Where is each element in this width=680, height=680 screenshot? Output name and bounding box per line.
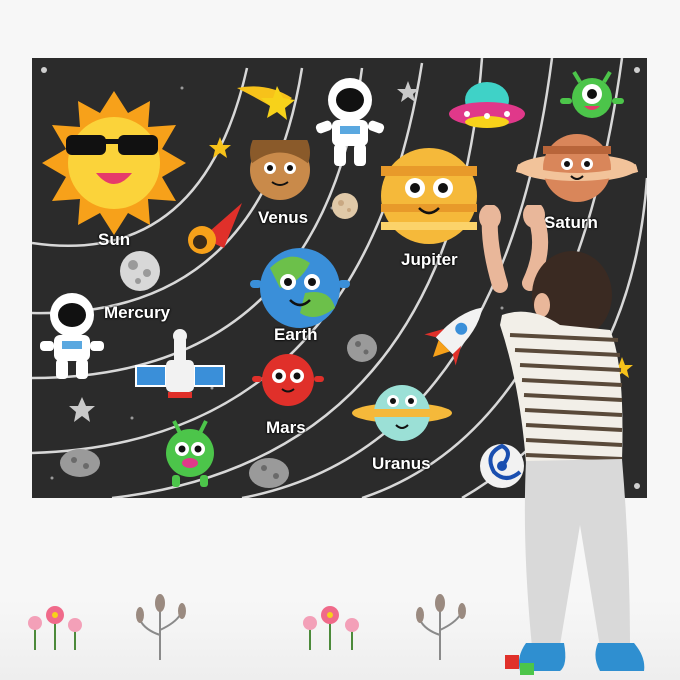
saturn-planet-icon [515,134,639,202]
comet-icon [237,86,295,120]
flower-decal-middle [303,606,359,650]
flower-decal-left [28,606,82,650]
sun-icon [42,91,186,235]
label-sun: Sun [98,230,131,249]
striped-shirt [500,311,623,463]
moon-icon [332,193,358,219]
venus-planet-icon [250,140,310,200]
astronaut-icon [40,293,104,379]
grommet [41,67,47,73]
label-uranus: Uranus [372,454,431,473]
label-jupiter: Jupiter [401,250,458,269]
comet-icon [188,203,242,254]
uranus-planet-icon [352,385,452,441]
alien-icon [166,420,214,487]
label-mars: Mars [266,418,306,437]
label-earth: Earth [274,325,318,344]
wall-decals [28,594,534,675]
tree-decal-middle [416,594,466,660]
mars-planet-icon [252,354,324,406]
mercury-planet-icon [120,251,160,291]
astronaut-icon [315,78,385,166]
toy-blocks [505,655,534,675]
label-venus: Venus [258,208,309,227]
label-mercury: Mercury [104,303,171,322]
earth-planet-icon [250,248,350,328]
ufo-icon [449,82,525,128]
tree-decal-left [136,594,186,660]
grommet [634,67,640,73]
